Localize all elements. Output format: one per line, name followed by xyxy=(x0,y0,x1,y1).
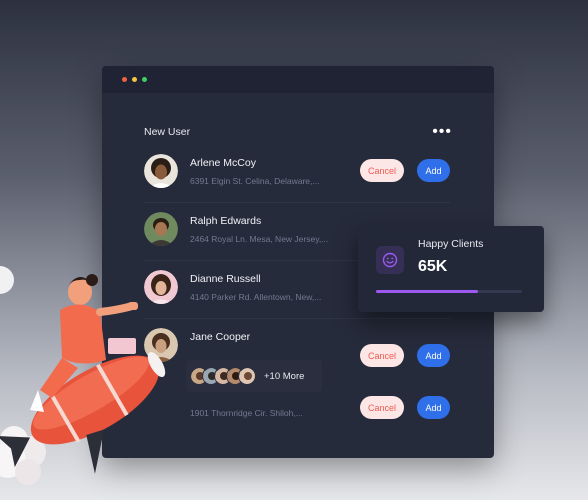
add-button[interactable]: Add xyxy=(417,344,450,367)
user-name: Arlene McCoy xyxy=(190,157,256,169)
more-members-label: +10 More xyxy=(264,370,305,382)
avatar xyxy=(238,367,256,385)
more-horizontal-icon[interactable]: ••• xyxy=(432,124,452,140)
avatar xyxy=(144,212,178,246)
avatar xyxy=(144,154,178,188)
window-titlebar xyxy=(102,66,494,93)
clients-count: 65K xyxy=(418,258,448,275)
maximize-window-dot[interactable] xyxy=(142,77,147,82)
smiley-icon xyxy=(376,246,404,274)
row-divider xyxy=(144,202,450,203)
clients-title: Happy Clients xyxy=(418,238,484,250)
close-window-dot[interactable] xyxy=(122,77,127,82)
add-button[interactable]: Add xyxy=(417,396,450,419)
clients-progress-fill xyxy=(376,290,479,293)
add-button[interactable]: Add xyxy=(417,159,450,182)
list-item: Arlene McCoy 6391 Elgin St. Celina, Dela… xyxy=(144,154,450,203)
minimize-window-dot[interactable] xyxy=(132,77,137,82)
happy-clients-card: Happy Clients 65K xyxy=(358,226,544,312)
window-header: New User ••• xyxy=(144,124,452,140)
rocket-illustration xyxy=(0,250,210,500)
page-title: New User xyxy=(144,126,191,138)
clients-progress-bar xyxy=(376,290,522,293)
cancel-button[interactable]: Cancel xyxy=(360,344,404,367)
cancel-button[interactable]: Cancel xyxy=(360,159,404,182)
user-name: Ralph Edwards xyxy=(190,215,262,227)
cancel-button[interactable]: Cancel xyxy=(360,396,404,419)
user-address: 6391 Elgin St. Celina, Delaware,... xyxy=(190,176,320,186)
user-address: 2464 Royal Ln. Mesa, New Jersey,... xyxy=(190,234,329,244)
